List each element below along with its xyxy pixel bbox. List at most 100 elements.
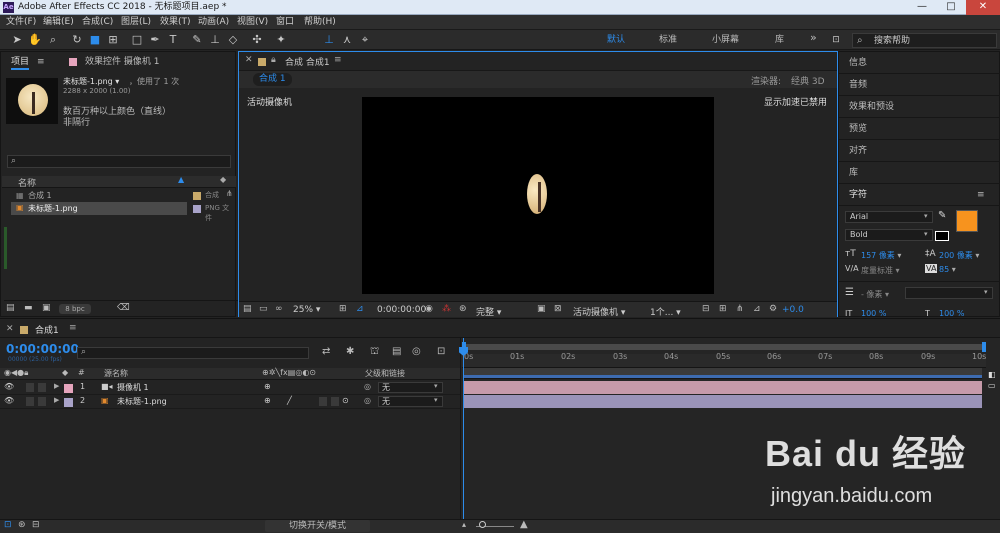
align-panel-header[interactable]: 对齐 [839, 140, 1000, 162]
rotate-tool-icon[interactable]: ↻ [70, 33, 84, 47]
current-timecode[interactable]: 0:00:00:00 [6, 342, 79, 356]
label-column-icon[interactable]: ◆ [220, 175, 226, 184]
adjustment-switch[interactable] [331, 397, 339, 406]
monitor-icon[interactable]: ▭ [259, 304, 268, 314]
pen-tool-icon[interactable]: ✒ [148, 33, 162, 47]
shy-switch-icon[interactable]: ⊕ [264, 382, 271, 391]
font-style-select[interactable]: Bold ▾ [845, 229, 933, 241]
close-panel-icon[interactable]: ✕ [245, 55, 253, 65]
tab-project[interactable]: 项目 [11, 54, 30, 70]
views-select[interactable]: 1个... ▾ [650, 305, 681, 318]
layer-name[interactable]: 摄像机 1 [117, 382, 149, 393]
info-panel-header[interactable]: 信息 [839, 52, 1000, 74]
work-area-bar[interactable] [463, 344, 984, 350]
character-panel-header[interactable]: 字符 [839, 184, 1000, 206]
sort-arrow-icon[interactable]: ▲ [178, 175, 184, 184]
expand-transfer-controls-icon[interactable]: ⊛ [18, 520, 26, 530]
eraser-tool-icon[interactable]: ◇ [226, 33, 240, 47]
audio-panel-header[interactable]: 音频 [839, 74, 1000, 96]
column-name-header[interactable]: 名称 [18, 176, 36, 189]
parent-select[interactable]: 无 ▾ [378, 382, 443, 393]
view-axis-icon[interactable]: ⌖ [358, 33, 372, 47]
leading-value[interactable]: 200 像素 ▾ [939, 250, 979, 261]
stroke-option-select[interactable]: ▾ [905, 287, 993, 299]
mask-visibility-icon[interactable]: ⊿ [356, 304, 364, 314]
layer-duration-bar[interactable] [464, 395, 982, 408]
timeline-menu-icon[interactable]: ≡ [69, 323, 77, 333]
tracking-value[interactable]: 85 ▾ [939, 265, 956, 274]
character-menu-icon[interactable]: ≡ [977, 190, 985, 200]
workspace-small-screen[interactable]: 小屏幕 [712, 34, 739, 46]
always-preview-icon[interactable]: ▤ [243, 304, 252, 314]
search-help-field[interactable]: ⌕ 搜索帮助 [852, 33, 997, 48]
draft-3d-icon[interactable]: ✱ [346, 346, 354, 357]
toggle-modes-button[interactable]: 切换开关/模式 [265, 520, 370, 532]
eye-icon[interactable]: 👁︎ [4, 396, 14, 405]
roto-brush-tool-icon[interactable]: ✣ [250, 33, 264, 47]
zoom-out-icon[interactable]: ▴ [462, 520, 466, 529]
solo-toggle[interactable] [26, 383, 34, 392]
flowchart-icon[interactable]: ⋔ [736, 304, 744, 314]
exposure-reset-icon[interactable]: ⚙ [769, 304, 777, 314]
pan-behind-tool-icon[interactable]: ⊞ [106, 33, 120, 47]
table-row[interactable]: 👁︎ ▶ 1 ■◂ 摄像机 1 ⊕ ◎ 无 ▾ [0, 381, 460, 395]
workspace-standard[interactable]: 标准 [659, 34, 677, 46]
menu-composition[interactable]: 合成(C) [82, 15, 113, 30]
color-management-icon[interactable]: ⊛ [459, 304, 467, 314]
comp-button-icon[interactable]: ◧ [988, 370, 996, 379]
menu-effect[interactable]: 效果(T) [160, 15, 191, 30]
expand-arrow-icon[interactable]: ▶ [54, 382, 59, 390]
minimize-button[interactable]: — [908, 0, 936, 15]
layer-label-swatch[interactable] [64, 384, 73, 393]
preview-panel-header[interactable]: 预览 [839, 118, 1000, 140]
layer-lock-icon[interactable]: ▭ [988, 381, 996, 390]
layer-label-swatch[interactable] [64, 398, 73, 407]
delete-icon[interactable]: ⌫ [117, 303, 130, 313]
expand-arrow-icon[interactable]: ▶ [54, 396, 59, 404]
shy-layers-icon[interactable]: ⛫ [370, 346, 379, 359]
menu-edit[interactable]: 编辑(E) [43, 15, 74, 30]
vertical-scale-value[interactable]: 100 % [861, 309, 886, 318]
toggle-pixel-icon[interactable]: ⊟ [702, 304, 710, 314]
comp-menu-icon[interactable]: ≡ [334, 55, 342, 65]
resolution-icon[interactable]: ⊞ [339, 304, 347, 314]
comp-viewer[interactable] [362, 97, 714, 294]
horizontal-scale-value[interactable]: 100 % [939, 309, 964, 318]
workspace-library[interactable]: 库 [775, 34, 784, 46]
table-row[interactable]: 👁︎ ▶ 2 ▣ 未标题-1.png ⊕ ╱ ⊙ ◎ 无 ▾ [0, 395, 460, 409]
brush-tool-icon[interactable]: ✎ [190, 33, 204, 47]
eye-icon[interactable]: 👁︎ [4, 382, 14, 391]
fast-preview-icon[interactable]: ⊿ [753, 304, 761, 314]
work-area-end-handle[interactable] [982, 342, 986, 352]
close-button[interactable]: ✕ [966, 0, 1000, 15]
expand-layer-switches-icon[interactable]: ⊡ [4, 520, 12, 530]
eyedropper-icon[interactable]: ✎ [938, 210, 946, 221]
comp-timeline-icon[interactable]: ⊞ [719, 304, 727, 314]
font-family-select[interactable]: Arial ▾ [845, 211, 933, 223]
layer-duration-bar[interactable] [464, 381, 982, 394]
motion-blur-switch[interactable] [319, 397, 327, 406]
quality-switch-icon[interactable]: ╱ [287, 396, 292, 405]
region-of-interest-icon[interactable]: ▣ [537, 304, 546, 314]
current-time-indicator[interactable] [463, 338, 464, 533]
clone-stamp-tool-icon[interactable]: ⊥ [208, 33, 222, 47]
hand-tool-icon[interactable]: ✋ [28, 33, 42, 47]
source-name-header[interactable]: 源名称 [104, 368, 128, 379]
pick-whip-icon[interactable]: ◎ [364, 382, 371, 391]
comp-mini-flowchart-icon[interactable]: ⇄ [322, 346, 330, 357]
zoom-in-icon[interactable]: ▲ [520, 519, 528, 530]
vr-icon[interactable]: ∞ [275, 304, 283, 314]
motion-blur-icon[interactable]: ◎ [412, 346, 421, 357]
viewer-timecode[interactable]: 0:00:00:00 [377, 305, 426, 315]
workspace-more-icon[interactable]: » [810, 32, 817, 44]
transparency-grid-icon[interactable]: ⊠ [554, 304, 562, 314]
effects-presets-header[interactable]: 效果和预设 [839, 96, 1000, 118]
expand-time-controls-icon[interactable]: ⊟ [32, 520, 40, 530]
menu-animation[interactable]: 动画(A) [198, 15, 229, 30]
parent-select[interactable]: 无 ▾ [378, 396, 443, 407]
fill-color-swatch[interactable] [956, 210, 978, 232]
menu-help[interactable]: 帮助(H) [304, 15, 336, 30]
kerning-value[interactable]: 度量标准 ▾ [861, 265, 900, 276]
lock-toggle[interactable] [38, 383, 46, 392]
world-axis-icon[interactable]: ⋏ [340, 33, 354, 47]
